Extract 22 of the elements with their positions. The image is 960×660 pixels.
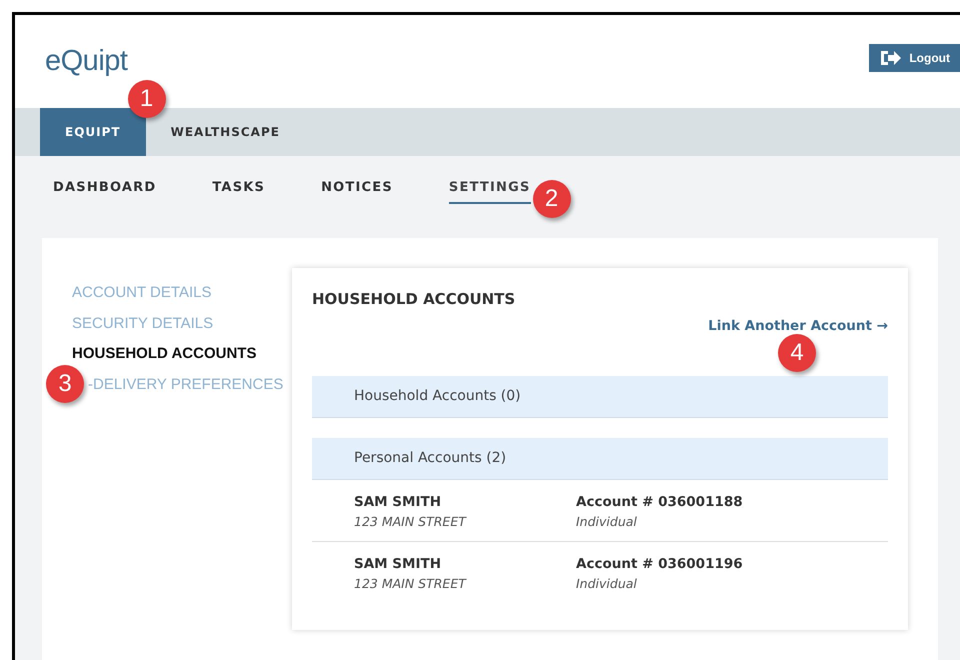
group-header[interactable]: Household Accounts (0) (312, 376, 888, 418)
step-number-badge: 1 (128, 80, 166, 118)
account-number: Account # 036001188 (576, 493, 744, 512)
account-type: Individual (576, 574, 638, 592)
link-another-account[interactable]: Link Another Account → (708, 316, 888, 336)
account-type: Individual (576, 512, 638, 530)
group-header[interactable]: Personal Accounts (2) (312, 438, 888, 480)
top-tab[interactable]: EQUIPT (40, 108, 146, 156)
logout-button[interactable]: Logout (869, 44, 960, 72)
account-holder: SAM SMITH (354, 555, 442, 574)
nav-tab[interactable]: TASKS (212, 176, 266, 204)
panel-title: HOUSEHOLD ACCOUNTS (312, 290, 516, 308)
account-address: 123 MAIN STREET (354, 574, 468, 592)
account-address: 123 MAIN STREET (354, 512, 468, 530)
logout-icon (879, 48, 902, 66)
sidebar-item[interactable]: HOUSEHOLD ACCOUNTS (72, 343, 282, 366)
account-holder: SAM SMITH (354, 493, 442, 512)
nav-tab[interactable]: SETTINGS (448, 176, 531, 204)
account-number: Account # 036001196 (576, 555, 744, 574)
nav-tab[interactable]: NOTICES (321, 176, 393, 204)
nav-tab[interactable]: DASHBOARD (53, 176, 156, 204)
logo: eQuipt (45, 44, 128, 79)
